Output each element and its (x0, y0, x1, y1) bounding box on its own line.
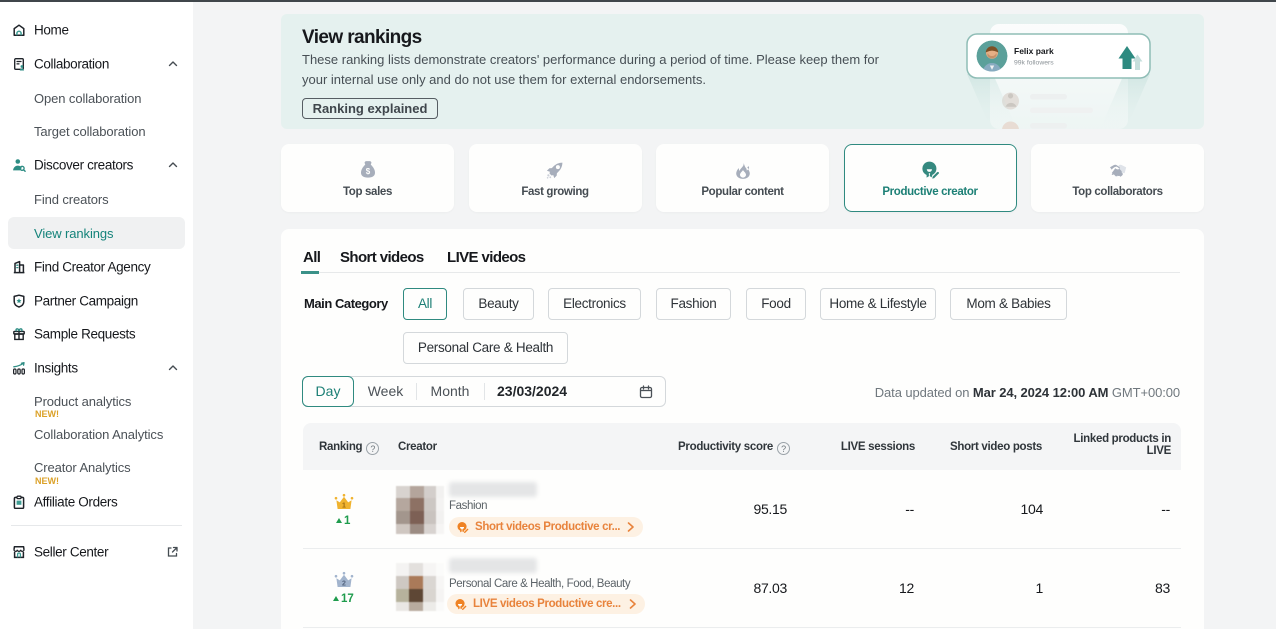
svg-text:99k followers: 99k followers (1014, 60, 1054, 67)
svg-text:Felix park: Felix park (1014, 46, 1054, 56)
svg-text:2: 2 (342, 580, 346, 587)
svg-text:1: 1 (342, 502, 346, 509)
svg-text:$: $ (365, 167, 370, 176)
